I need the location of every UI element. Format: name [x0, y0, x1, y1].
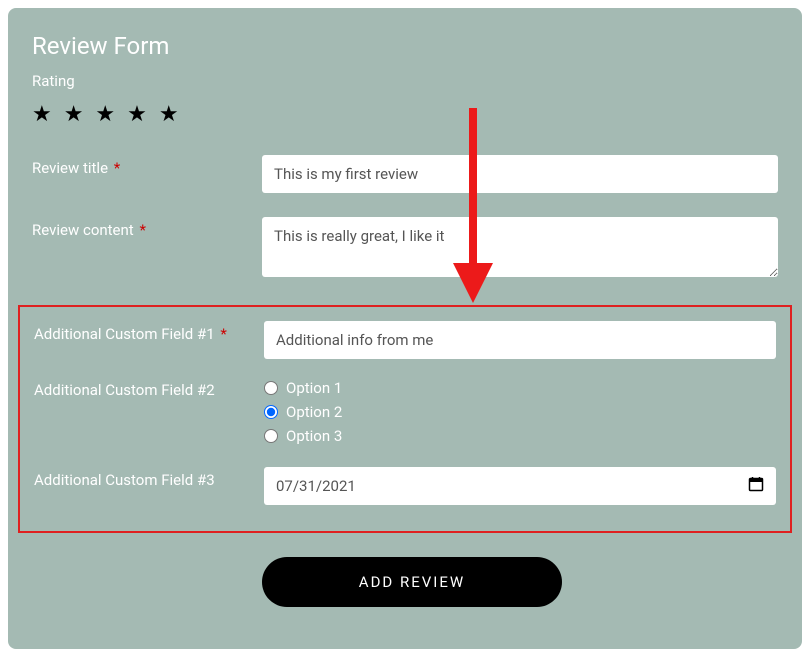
highlighted-custom-fields: Additional Custom Field #1 * Additional …	[18, 305, 792, 533]
star-icon[interactable]: ★	[32, 102, 52, 127]
radio-option-2[interactable]: Option 2	[264, 401, 776, 423]
radio-option-1[interactable]: Option 1	[264, 377, 776, 399]
add-review-button[interactable]: ADD REVIEW	[262, 557, 562, 607]
review-title-row: Review title *	[32, 155, 778, 193]
star-icon[interactable]: ★	[95, 102, 115, 127]
review-content-row: Review content * This is really great, I…	[32, 217, 778, 281]
star-icon[interactable]: ★	[159, 102, 179, 127]
custom-field-1-row: Additional Custom Field #1 *	[34, 321, 776, 359]
custom-field-3-row: Additional Custom Field #3	[34, 467, 776, 505]
review-title-input[interactable]	[262, 155, 778, 193]
review-content-textarea[interactable]: This is really great, I like it	[262, 217, 778, 277]
custom-field-1-input[interactable]	[264, 321, 776, 359]
radio-input[interactable]	[264, 429, 278, 443]
review-title-label: Review title *	[32, 155, 262, 177]
required-marker: *	[139, 221, 145, 239]
custom-field-1-label: Additional Custom Field #1 *	[34, 321, 264, 343]
radio-option-label: Option 1	[286, 377, 342, 399]
custom-field-3-label: Additional Custom Field #3	[34, 467, 264, 489]
radio-option-label: Option 2	[286, 401, 342, 423]
custom-field-2-radio-group: Option 1 Option 2 Option 3	[264, 377, 776, 447]
star-icon[interactable]: ★	[64, 102, 84, 127]
custom-field-2-row: Additional Custom Field #2 Option 1 Opti…	[34, 377, 776, 449]
review-form-container: Review Form Rating ★ ★ ★ ★ ★ Review titl…	[8, 8, 802, 649]
submit-row: ADD REVIEW	[32, 557, 778, 607]
custom-field-3-date-input[interactable]	[264, 467, 776, 505]
form-title: Review Form	[32, 32, 778, 60]
required-marker: *	[114, 159, 120, 177]
radio-input[interactable]	[264, 381, 278, 395]
radio-option-label: Option 3	[286, 425, 342, 447]
radio-option-3[interactable]: Option 3	[264, 425, 776, 447]
radio-input[interactable]	[264, 405, 278, 419]
custom-field-2-label: Additional Custom Field #2	[34, 377, 264, 399]
rating-label: Rating	[32, 72, 778, 90]
star-icon[interactable]: ★	[127, 102, 147, 127]
star-rating[interactable]: ★ ★ ★ ★ ★	[32, 102, 778, 127]
required-marker: *	[220, 325, 226, 343]
review-content-label: Review content *	[32, 217, 262, 239]
